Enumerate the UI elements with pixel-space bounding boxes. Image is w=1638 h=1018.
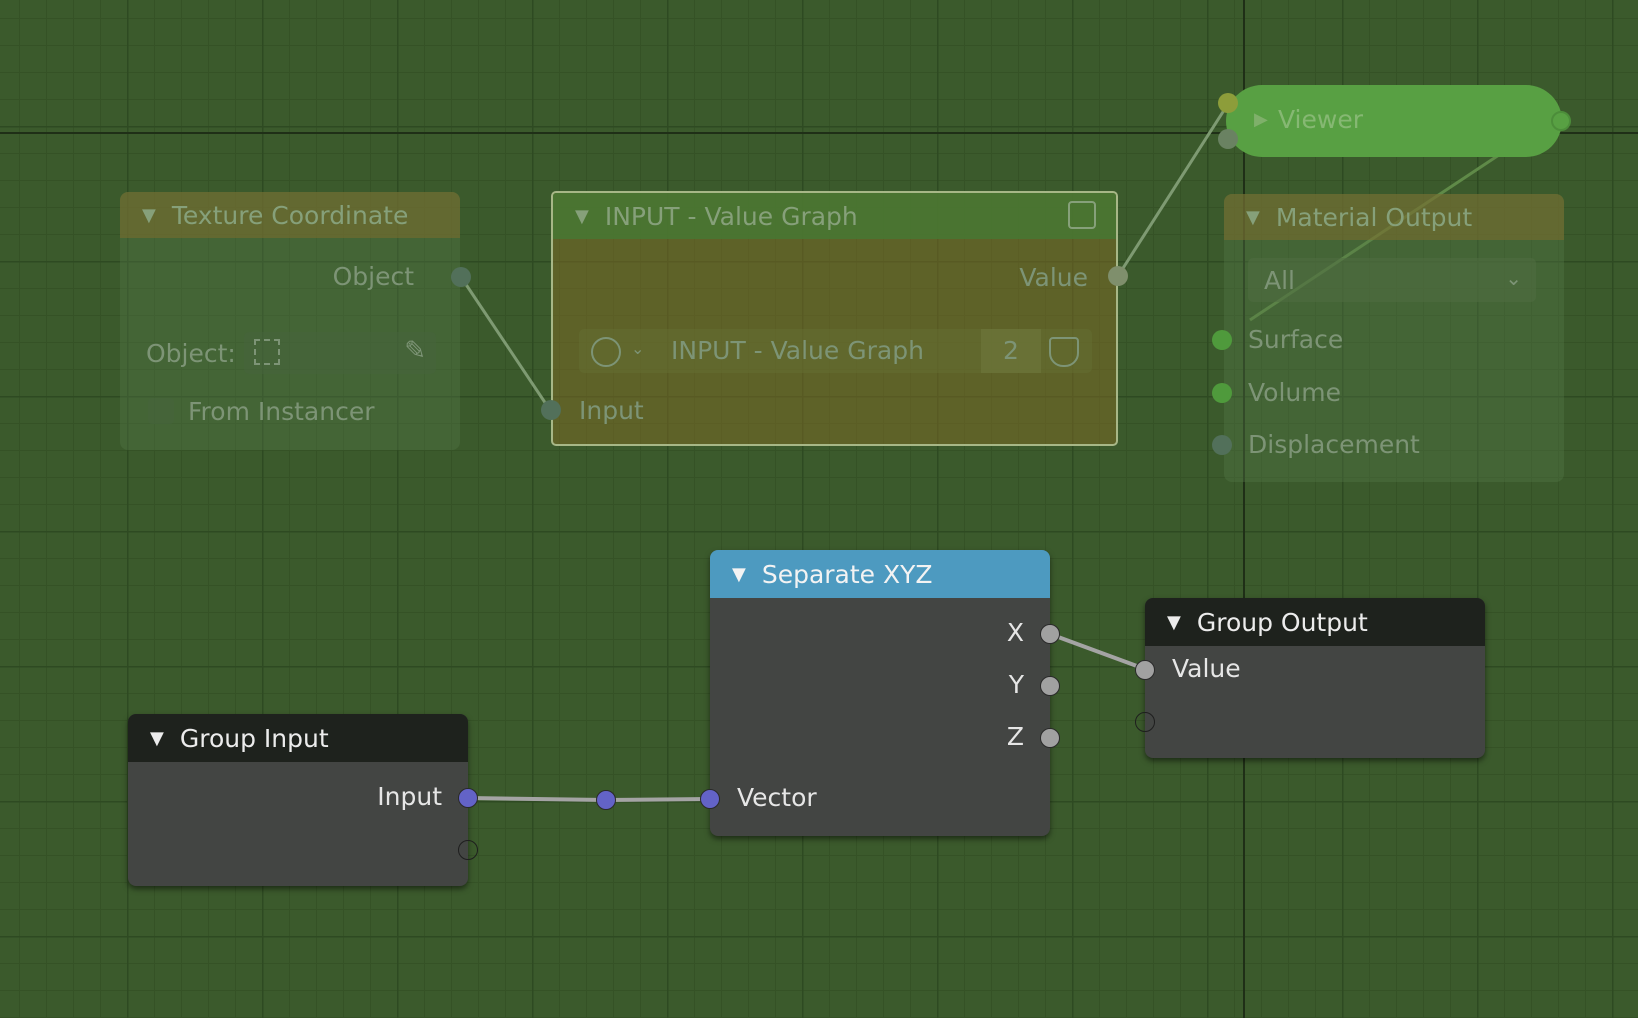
viewer-node[interactable]: ▶ Viewer bbox=[1226, 85, 1562, 157]
input-output-socket[interactable] bbox=[458, 788, 478, 808]
reroute-node[interactable] bbox=[596, 790, 616, 810]
texture-coordinate-node[interactable]: ▼ Texture Coordinate Object Object: ✎ Fr… bbox=[120, 192, 460, 450]
node-title: Separate XYZ bbox=[761, 559, 933, 589]
node-title: Texture Coordinate bbox=[171, 200, 409, 230]
input-label: Input bbox=[579, 396, 644, 425]
collapse-arrow-icon[interactable]: ▼ bbox=[150, 728, 164, 749]
collapse-arrow-icon[interactable]: ▼ bbox=[1167, 612, 1181, 633]
datablock-selector[interactable]: ⌄ INPUT - Value Graph 2 bbox=[579, 329, 1092, 373]
output-z-label: Z bbox=[1006, 722, 1024, 751]
object-picker-field[interactable]: ✎ bbox=[244, 332, 436, 374]
viewer-geometry-socket[interactable] bbox=[1218, 93, 1238, 113]
volume-label: Volume bbox=[1248, 378, 1341, 407]
expand-arrow-icon[interactable]: ▶ bbox=[1254, 109, 1268, 130]
output-value-label: Value bbox=[1019, 263, 1088, 292]
output-y-label: Y bbox=[1008, 670, 1024, 699]
value-output-socket[interactable] bbox=[1108, 266, 1128, 286]
output-x-label: X bbox=[1006, 618, 1024, 647]
displacement-input-socket[interactable] bbox=[1212, 435, 1232, 455]
chevron-down-icon[interactable]: ⌄ bbox=[631, 339, 644, 358]
value-graph-node[interactable]: ▼ INPUT - Value Graph Value ⌄ INPUT - Va… bbox=[551, 191, 1118, 446]
value-input-socket[interactable] bbox=[1135, 660, 1155, 680]
surface-label: Surface bbox=[1248, 325, 1344, 354]
volume-input-socket[interactable] bbox=[1212, 383, 1232, 403]
group-input-header[interactable]: ▼ Group Input bbox=[128, 714, 468, 762]
z-output-socket[interactable] bbox=[1040, 728, 1060, 748]
texture-coordinate-header[interactable]: ▼ Texture Coordinate bbox=[120, 192, 460, 238]
from-instancer-checkbox[interactable] bbox=[148, 398, 174, 424]
chevron-down-icon: ⌄ bbox=[1505, 266, 1522, 290]
from-instancer-label: From Instancer bbox=[188, 397, 375, 426]
surface-input-socket[interactable] bbox=[1212, 330, 1232, 350]
group-output-node[interactable]: ▼ Group Output Value bbox=[1145, 598, 1485, 758]
link-object-to-input bbox=[459, 276, 552, 411]
collapse-arrow-icon[interactable]: ▼ bbox=[1246, 207, 1260, 228]
viewer-value-socket[interactable] bbox=[1218, 129, 1238, 149]
node-tree-icon[interactable] bbox=[591, 337, 621, 367]
separate-xyz-node[interactable]: ▼ Separate XYZ X Y Z Vector bbox=[710, 550, 1050, 836]
extend-output-socket[interactable] bbox=[458, 840, 478, 860]
displacement-label: Displacement bbox=[1248, 430, 1420, 459]
group-input-node[interactable]: ▼ Group Input Input bbox=[128, 714, 468, 886]
output-input-label: Input bbox=[377, 782, 442, 811]
collapse-arrow-icon[interactable]: ▼ bbox=[575, 206, 589, 227]
collapse-arrow-icon[interactable]: ▼ bbox=[732, 564, 746, 585]
target-value: All bbox=[1264, 266, 1295, 295]
group-output-header[interactable]: ▼ Group Output bbox=[1145, 598, 1485, 646]
viewer-output-socket[interactable] bbox=[1551, 111, 1571, 131]
extend-input-socket[interactable] bbox=[1135, 712, 1155, 732]
fake-user-shield-icon[interactable] bbox=[1049, 337, 1079, 367]
datablock-name[interactable]: INPUT - Value Graph bbox=[671, 336, 924, 365]
object-output-socket[interactable] bbox=[451, 267, 471, 287]
y-output-socket[interactable] bbox=[1040, 676, 1060, 696]
user-count[interactable]: 2 bbox=[981, 329, 1041, 373]
vector-input-socket[interactable] bbox=[700, 789, 720, 809]
link-value-to-viewer bbox=[1116, 103, 1230, 277]
link-x-to-value bbox=[1049, 632, 1146, 671]
node-title: Group Output bbox=[1196, 607, 1368, 637]
input-value-label: Value bbox=[1172, 654, 1241, 683]
target-select[interactable]: All ⌄ bbox=[1248, 258, 1536, 302]
link-input-to-vector bbox=[467, 796, 711, 803]
node-title: INPUT - Value Graph bbox=[604, 201, 858, 231]
object-field-label: Object: bbox=[146, 339, 236, 368]
node-group-icon bbox=[1068, 201, 1096, 229]
eyedropper-icon[interactable]: ✎ bbox=[404, 336, 426, 366]
node-title: Group Input bbox=[179, 723, 329, 753]
value-graph-header[interactable]: ▼ INPUT - Value Graph bbox=[553, 193, 1116, 239]
object-icon bbox=[254, 339, 280, 365]
separate-xyz-header[interactable]: ▼ Separate XYZ bbox=[710, 550, 1050, 598]
output-object-label: Object bbox=[332, 262, 414, 291]
material-output-node[interactable]: ▼ Material Output All ⌄ Surface Volume D… bbox=[1224, 194, 1564, 482]
x-output-socket[interactable] bbox=[1040, 624, 1060, 644]
value-graph-input-socket[interactable] bbox=[541, 400, 561, 420]
collapse-arrow-icon[interactable]: ▼ bbox=[142, 205, 156, 226]
material-output-header[interactable]: ▼ Material Output bbox=[1224, 194, 1564, 240]
input-vector-label: Vector bbox=[737, 783, 817, 812]
viewer-title: Viewer bbox=[1278, 105, 1363, 134]
node-title: Material Output bbox=[1275, 202, 1473, 232]
